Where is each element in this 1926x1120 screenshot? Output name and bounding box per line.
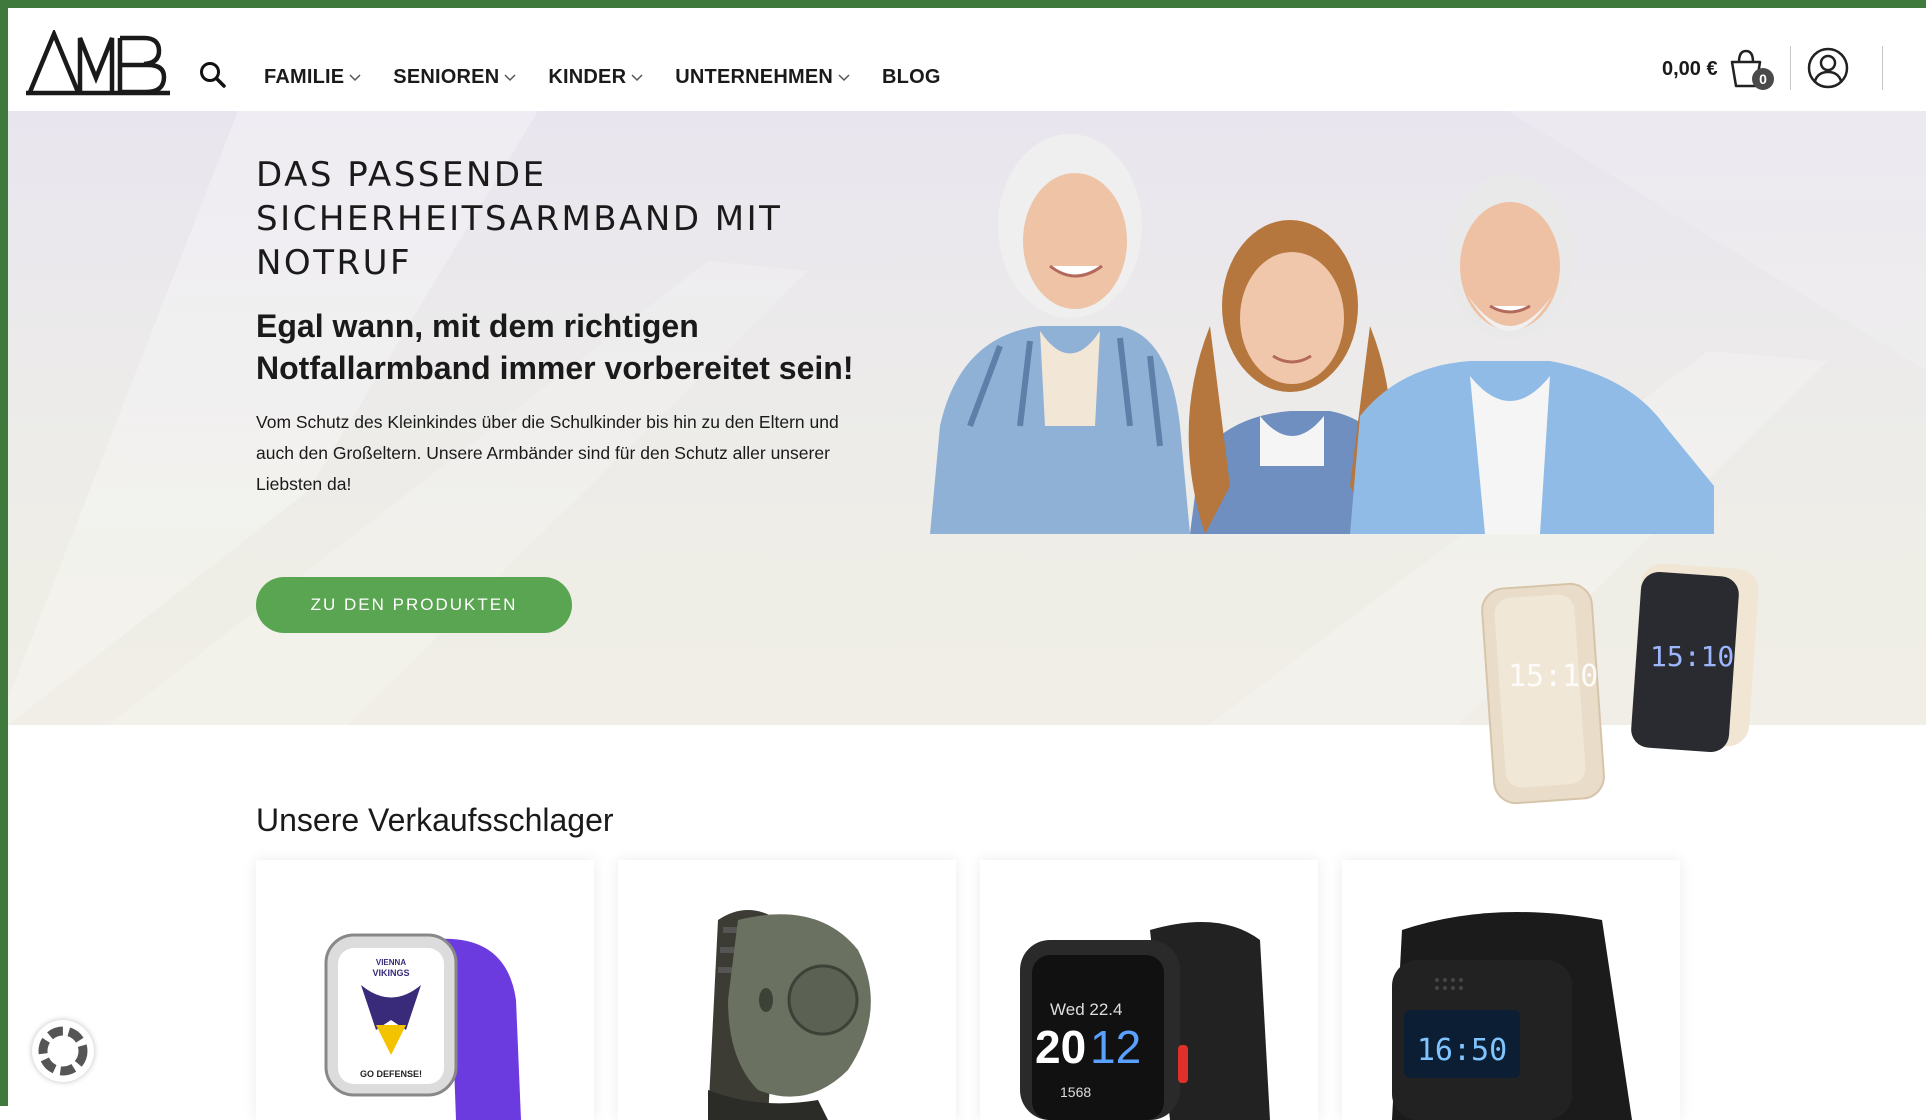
- watch-steps: 1568: [1060, 1084, 1091, 1100]
- chevron-down-icon: [838, 73, 850, 81]
- nav-item-kinder[interactable]: KINDER: [548, 66, 643, 89]
- cart-total[interactable]: 0,00 €: [1662, 58, 1718, 81]
- watch-date: Wed 22.4: [1050, 1000, 1122, 1019]
- search-icon[interactable]: [198, 60, 228, 90]
- chevron-down-icon: [504, 73, 516, 81]
- nav-item-label: SENIOREN: [393, 66, 500, 88]
- product-card[interactable]: 16:50: [1342, 860, 1680, 1120]
- section-title: Unsere Verkaufsschlager: [256, 802, 614, 838]
- header-divider: [1882, 46, 1883, 90]
- browser-frame-top: [0, 0, 1926, 8]
- nav-item-label: UNTERNEHMEN: [675, 66, 834, 88]
- wristband-products-image: 15:10 15:10: [1481, 563, 1759, 805]
- chevron-down-icon: [349, 73, 361, 81]
- watch-text-brand: VIKINGS: [372, 968, 409, 978]
- nav-item-label: FAMILIE: [264, 66, 345, 88]
- amb-logo[interactable]: [26, 30, 172, 96]
- senior-watch-black-image: Wed 22.4 20 12 1568: [1020, 922, 1270, 1120]
- olive-emergency-button-image: [708, 910, 871, 1120]
- watch-time-minutes: 12: [1090, 1021, 1141, 1073]
- nav-item-blog[interactable]: BLOG: [882, 66, 941, 89]
- product-card[interactable]: Wed 22.4 20 12 1568: [980, 860, 1318, 1120]
- nav-item-familie[interactable]: FAMILIE: [264, 66, 361, 89]
- site-header: FAMILIE SENIOREN KINDER UNTERNEHMEN BLOG…: [8, 8, 1926, 111]
- chevron-down-icon: [631, 73, 643, 81]
- nav-item-label: BLOG: [882, 66, 941, 88]
- family-photo: [930, 134, 1714, 534]
- product-card[interactable]: VIENNA VIKINGS GO DEFENSE!: [256, 860, 594, 1120]
- user-circle-icon[interactable]: [1806, 46, 1850, 90]
- black-emergency-band-image: 16:50: [1392, 912, 1632, 1120]
- band-display-dark: 15:10: [1650, 640, 1734, 673]
- hero-subtitle: Egal wann, mit dem richtigen Notfallarmb…: [256, 308, 854, 386]
- nav-item-unternehmen[interactable]: UNTERNEHMEN: [675, 66, 850, 89]
- watch-text-top: VIENNA: [376, 958, 406, 967]
- to-products-button[interactable]: ZU DEN PRODUKTEN: [256, 577, 572, 633]
- band-display-light: 15:10: [1508, 659, 1598, 694]
- main-nav: FAMILIE SENIOREN KINDER UNTERNEHMEN BLOG: [264, 66, 973, 89]
- watch-text-bottom: GO DEFENSE!: [360, 1069, 422, 1079]
- browser-frame-left: [0, 0, 8, 1106]
- product-card[interactable]: [618, 860, 956, 1120]
- hero-description: Vom Schutz des Kleinkindes über die Schu…: [256, 412, 839, 494]
- cart-count-badge: 0: [1752, 68, 1774, 90]
- kids-watch-vikings-image: VIENNA VIKINGS GO DEFENSE!: [324, 933, 521, 1120]
- hero-banner: DAS PASSENDE SICHERHEITSARMBAND MIT NOTR…: [8, 111, 1926, 805]
- nav-item-label: KINDER: [548, 66, 627, 88]
- header-divider: [1790, 46, 1791, 90]
- watch-time-hours: 20: [1035, 1021, 1086, 1073]
- band-time-display: 16:50: [1417, 1033, 1507, 1068]
- nav-item-senioren[interactable]: SENIOREN: [393, 66, 516, 89]
- recaptcha-icon[interactable]: [32, 1020, 94, 1082]
- hero-title: DAS PASSENDE SICHERHEITSARMBAND MIT NOTR…: [256, 155, 783, 283]
